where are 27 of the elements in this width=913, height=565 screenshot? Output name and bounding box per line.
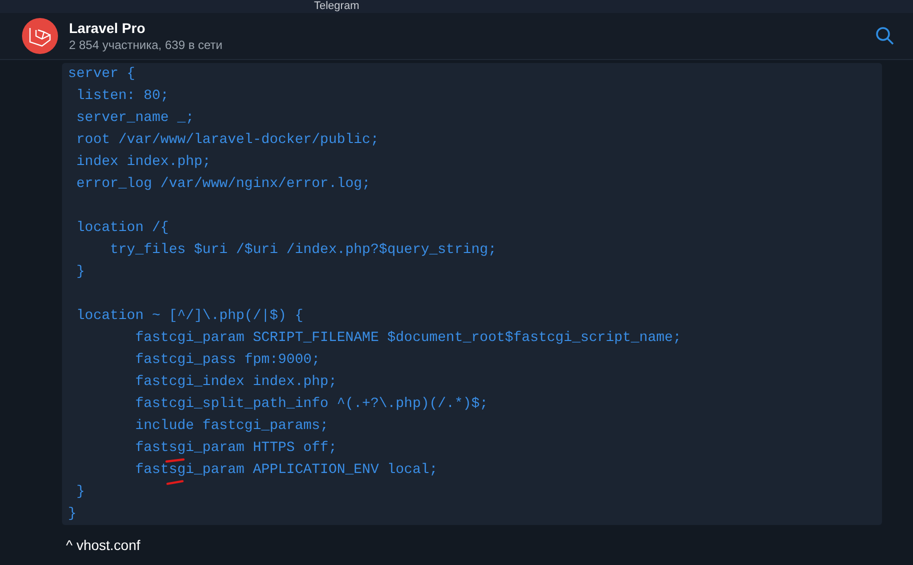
code-line: }: [75, 264, 85, 281]
chat-title: Laravel Pro: [69, 19, 146, 37]
code-line: fastsgi_param HTTPS off;: [134, 440, 337, 457]
file-caption: ^ vhost.conf: [66, 536, 140, 554]
member-count: 2 854 участника, 639 в сети: [69, 37, 223, 53]
code-line: error_log /var/www/nginx/error.log;: [75, 176, 370, 193]
group-avatar-icon: [22, 18, 58, 54]
code-line: }: [68, 506, 76, 523]
window-title: Telegram: [314, 0, 360, 12]
code-line: }: [75, 484, 85, 501]
code-line: fastcgi_split_path_info ^(.+?\.php)(/.*)$;: [134, 396, 488, 413]
code-line: index index.php;: [75, 154, 211, 171]
search-icon[interactable]: [875, 26, 895, 46]
code-line: root /var/www/laravel-docker/public;: [75, 132, 379, 149]
code-line: listen: 80;: [75, 88, 169, 105]
code-line: location ~ [^/]\.php(/|$) {: [75, 308, 304, 325]
code-line: fastsgi_param APPLICATION_ENV local;: [134, 462, 438, 479]
underline-mark: [166, 480, 184, 485]
code-line: include fastcgi_params;: [134, 418, 328, 435]
code-line: server {: [68, 66, 136, 83]
code-line: fastcgi_pass fpm:9000;: [134, 352, 320, 369]
code-line: try_files $uri /$uri /index.php?$query_string;: [109, 242, 496, 259]
code-line: fastcgi_index index.php;: [134, 374, 337, 391]
underline-mark: [165, 458, 185, 463]
code-line: location /{: [75, 220, 169, 237]
code-line: fastcgi_param SCRIPT_FILENAME $document_root$fastcgi_script_name;: [134, 330, 682, 347]
code-line: server_name _;: [75, 110, 194, 127]
